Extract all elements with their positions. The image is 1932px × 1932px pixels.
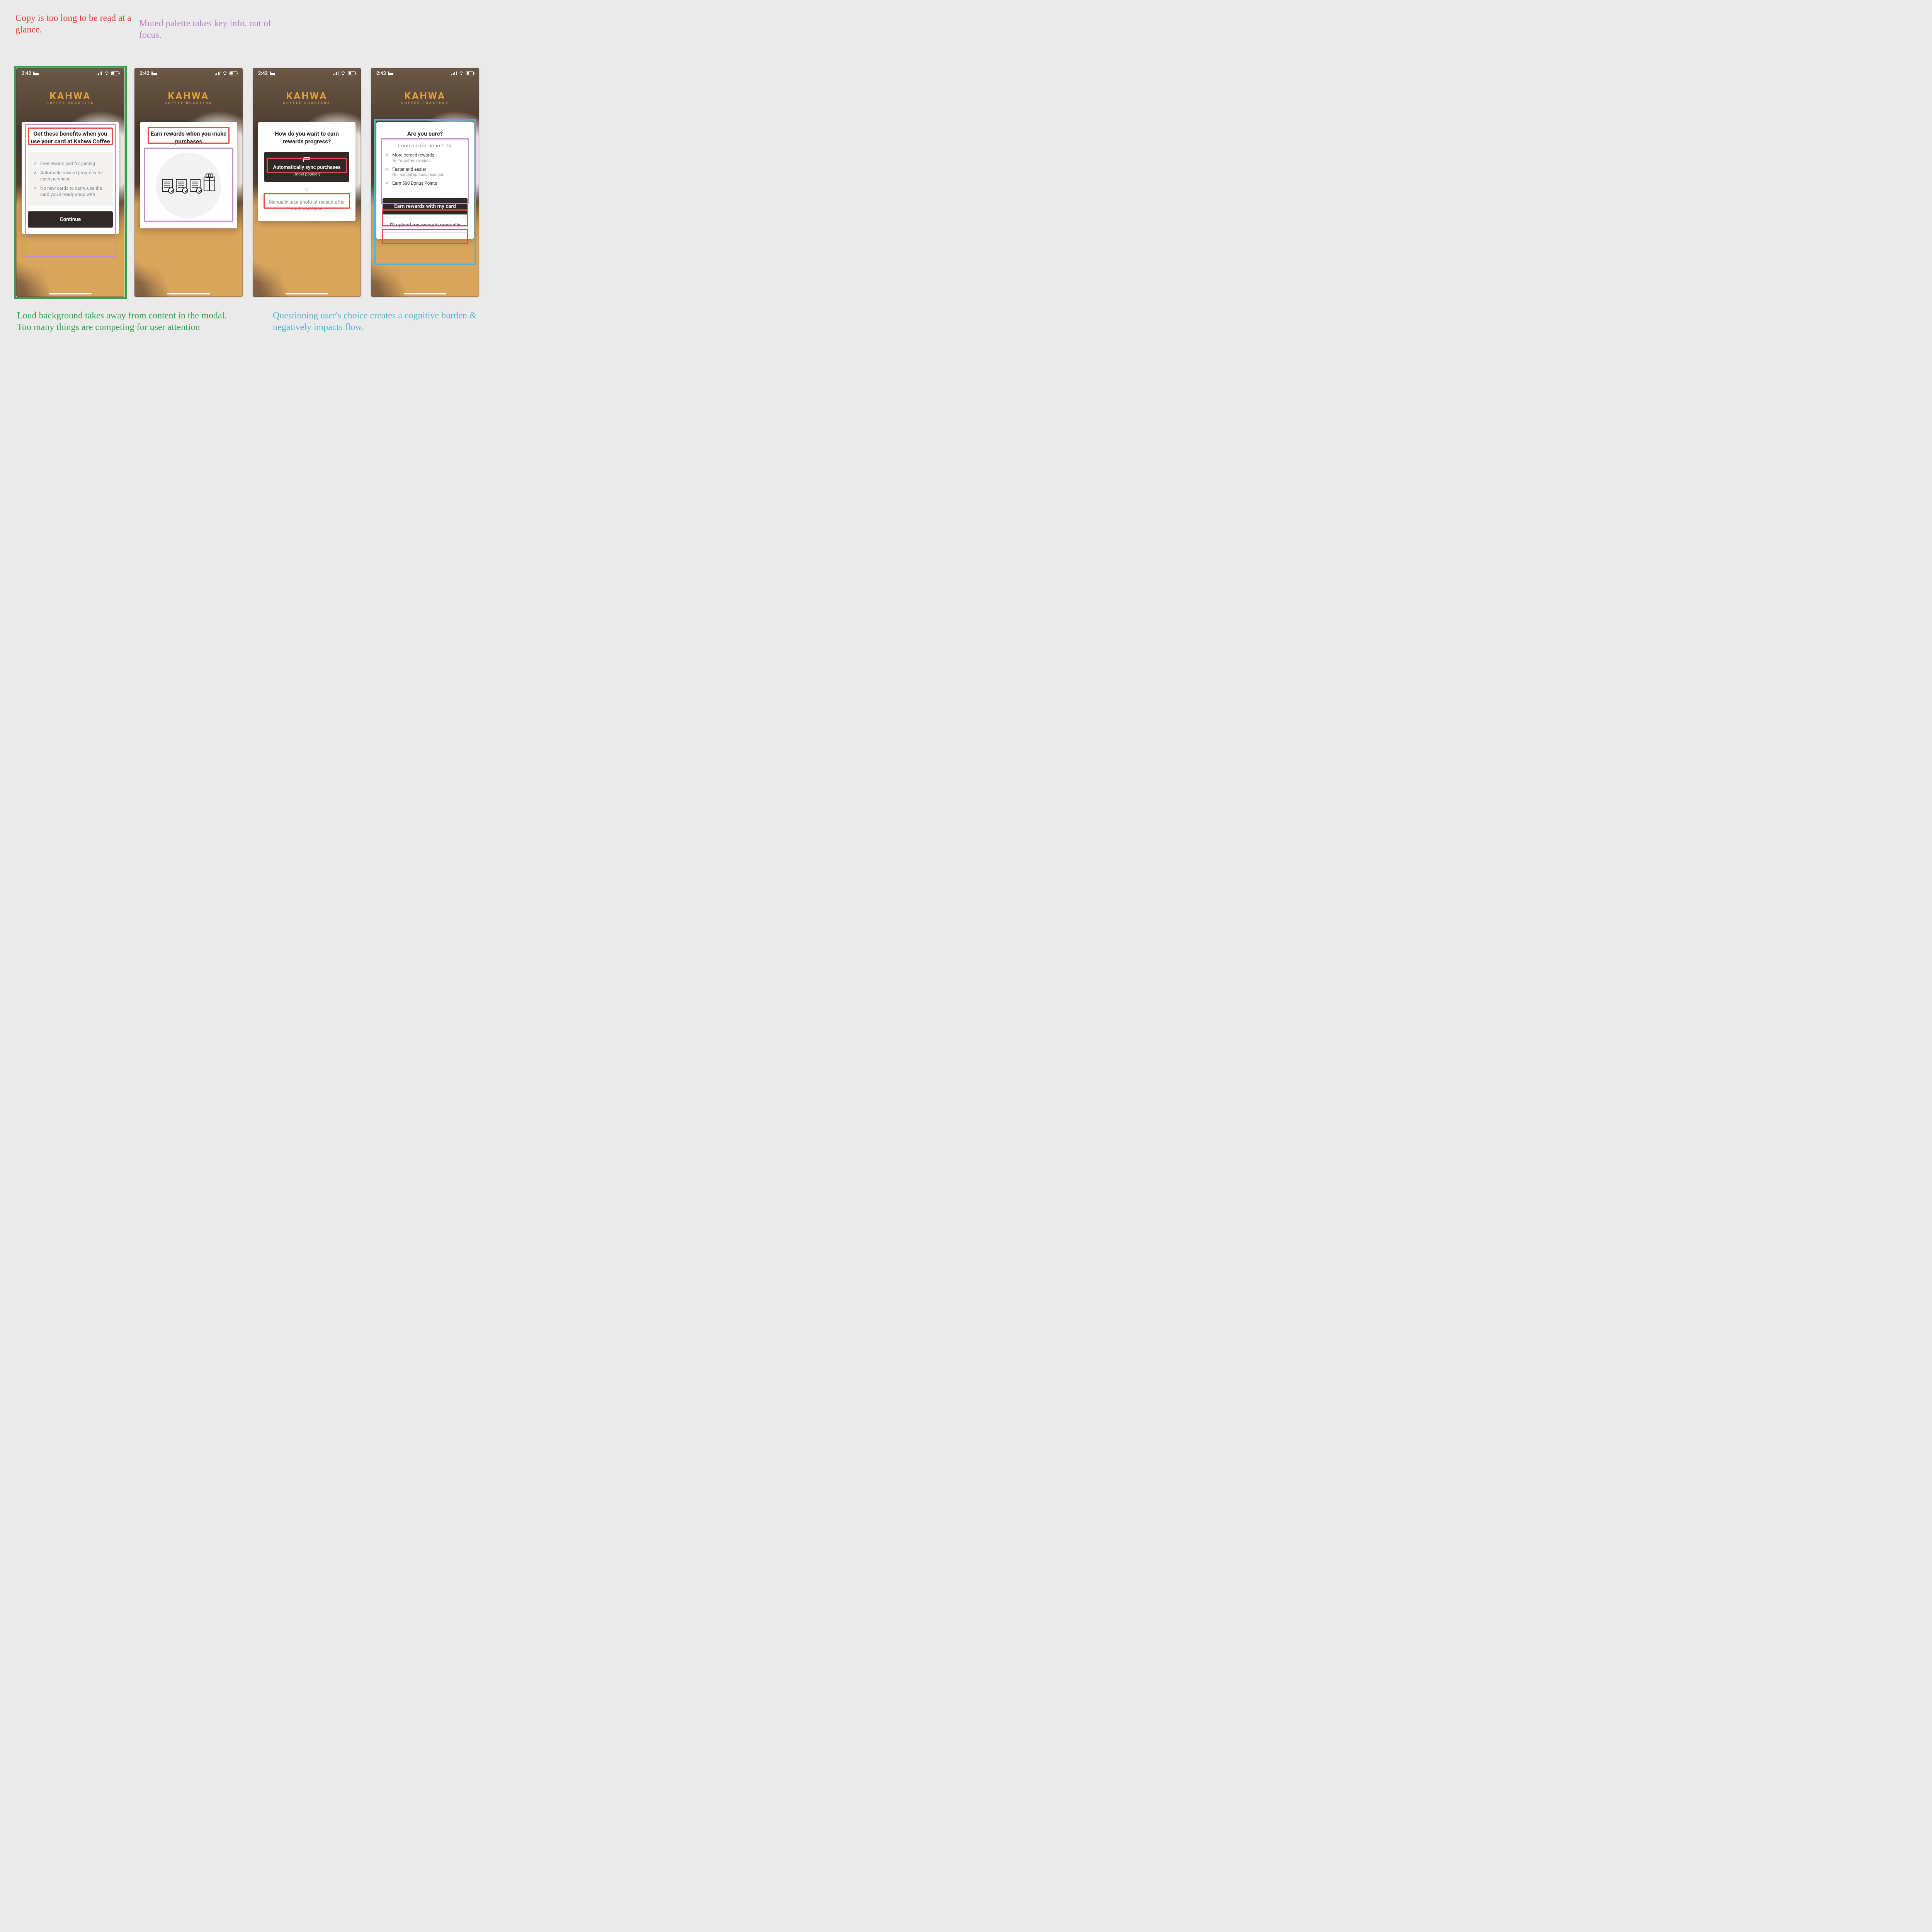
check-icon: ✓ [33, 170, 37, 182]
linked-benefit-row: ✓ Faster and easierNo manual uploads req… [386, 167, 464, 177]
do-not-disturb-icon [388, 71, 393, 75]
signal-icon [451, 71, 457, 75]
phones-row: 2:42 KAHWA COFFEE ROASTERS Get these ben… [16, 68, 479, 297]
brand-name: KAHWA [134, 90, 243, 102]
battery-icon [111, 71, 119, 75]
phone-wrap-4: 2:43 KAHWA COFFEE ROASTERS Are you sure? [371, 68, 479, 297]
phone-screen-1: 2:42 KAHWA COFFEE ROASTERS Get these ben… [16, 68, 124, 297]
home-indicator[interactable] [404, 293, 446, 294]
check-icon: ✓ [33, 160, 37, 167]
auto-sync-title: Automatically sync purchases [267, 165, 346, 170]
phone-wrap-3: 2:42 KAHWA COFFEE ROASTERS How do you wa… [253, 68, 361, 297]
modal-card-4: Are you sure? LINKED CARD BENEFITS ✓ Mor… [376, 122, 474, 239]
status-time: 2:42 [140, 71, 150, 77]
phone-screen-2: 2:42 KAHWA COFFEE ROASTERS Earn rewards … [134, 68, 243, 297]
card-title: How do you want to earn rewards progress… [264, 130, 349, 146]
status-time: 2:42 [258, 71, 268, 77]
modal-card-3: How do you want to earn rewards progress… [258, 122, 355, 221]
card-icon [303, 157, 310, 162]
status-time: 2:43 [376, 71, 386, 77]
signal-icon [215, 71, 221, 75]
benefits-box: ✓Free reward just for joining ✓Automatic… [28, 152, 113, 206]
gift-icon [204, 180, 215, 191]
benefit-sub: No manual uploads required [392, 172, 443, 177]
signal-icon [97, 71, 102, 75]
phone-wrap-2: 2:42 KAHWA COFFEE ROASTERS Earn rewards … [134, 68, 243, 297]
brand-subtitle: COFFEE ROASTERS [253, 101, 361, 105]
annotation-green: Loud background takes away from content … [17, 310, 241, 333]
benefit-main: More earned rewards [392, 152, 434, 158]
phone-screen-4: 2:43 KAHWA COFFEE ROASTERS Are you sure? [371, 68, 479, 297]
brand-logo: KAHWA COFFEE ROASTERS [253, 90, 361, 105]
phone-wrap-1: 2:42 KAHWA COFFEE ROASTERS Get these ben… [16, 68, 124, 297]
home-indicator[interactable] [49, 293, 92, 294]
illustration-circle [156, 153, 221, 218]
status-bar: 2:42 [134, 68, 243, 79]
brand-subtitle: COFFEE ROASTERS [16, 101, 124, 105]
wifi-icon [104, 71, 109, 75]
benefit-row: ✓No new cards to carry, use the card you… [33, 185, 107, 197]
receipt-icon [162, 179, 173, 192]
card-title: Are you sure? [383, 130, 468, 138]
wifi-icon [222, 71, 228, 75]
check-icon: ✓ [386, 152, 389, 163]
receipt-icon [176, 179, 187, 192]
status-time: 2:42 [22, 71, 31, 77]
brand-name: KAHWA [16, 90, 124, 102]
card-title: Get these benefits when you use your car… [28, 130, 113, 146]
check-icon: ✓ [33, 185, 37, 197]
brand-logo: KAHWA COFFEE ROASTERS [134, 90, 243, 105]
benefit-row: ✓Free reward just for joining [33, 160, 107, 167]
brand-name: KAHWA [371, 90, 479, 102]
wifi-icon [340, 71, 346, 75]
status-bar: 2:43 [371, 68, 479, 79]
brand-logo: KAHWA COFFEE ROASTERS [371, 90, 479, 105]
benefit-text: No new cards to carry, use the card you … [40, 185, 107, 197]
signal-icon [333, 71, 339, 75]
or-separator: or [264, 187, 349, 192]
brand-logo: KAHWA COFFEE ROASTERS [16, 90, 124, 105]
linked-benefits-box: LINKED CARD BENEFITS ✓ More earned rewar… [383, 140, 468, 191]
card-title: Earn rewards when you make purchases [146, 130, 231, 146]
battery-icon [348, 71, 355, 75]
brand-subtitle: COFFEE ROASTERS [134, 101, 243, 105]
auto-sync-option[interactable]: Automatically sync purchases (most popul… [264, 152, 349, 182]
modal-card-2: Earn rewards when you make purchases [140, 122, 237, 228]
manual-receipt-option[interactable]: Manually take photo of receipt after eac… [264, 197, 349, 215]
benefit-text: Free reward just for joining [40, 160, 95, 167]
home-indicator[interactable] [286, 293, 328, 294]
linked-benefit-row: ✓ Earn 500 Bonus Points [386, 180, 464, 186]
annotation-red: Copy is too long to be read at a glance. [15, 12, 131, 36]
upload-manually-button[interactable]: I'll upload my receipts manually [383, 218, 468, 233]
battery-icon [466, 71, 474, 75]
benefit-main: Earn 500 Bonus Points [392, 180, 437, 186]
modal-card-1: Get these benefits when you use your car… [22, 122, 119, 234]
auto-sync-subtitle: (most popular) [267, 172, 346, 177]
do-not-disturb-icon [33, 71, 39, 75]
brand-name: KAHWA [253, 90, 361, 102]
phone-screen-3: 2:42 KAHWA COFFEE ROASTERS How do you wa… [253, 68, 361, 297]
do-not-disturb-icon [151, 71, 157, 75]
do-not-disturb-icon [270, 71, 275, 75]
linked-benefits-title: LINKED CARD BENEFITS [386, 145, 464, 148]
annotation-blue: Questioning user's choice creates a cogn… [273, 310, 478, 333]
benefit-text: Automatic reward progress for each purch… [40, 170, 107, 182]
benefit-row: ✓Automatic reward progress for each purc… [33, 170, 107, 182]
benefit-main: Faster and easier [392, 167, 443, 172]
benefit-sub: No forgotten receipts [392, 158, 434, 163]
battery-icon [230, 71, 237, 75]
continue-button[interactable]: Continue [28, 211, 113, 228]
status-bar: 2:42 [16, 68, 124, 79]
receipt-icon [190, 179, 201, 192]
check-icon: ✓ [386, 180, 389, 186]
check-icon: ✓ [386, 167, 389, 177]
linked-benefit-row: ✓ More earned rewardsNo forgotten receip… [386, 152, 464, 163]
brand-subtitle: COFFEE ROASTERS [371, 101, 479, 105]
status-bar: 2:42 [253, 68, 361, 79]
earn-with-card-button[interactable]: Earn rewards with my card [383, 198, 468, 214]
annotation-purple: Muted palette takes key info. out of foc… [139, 18, 278, 41]
wifi-icon [459, 71, 464, 75]
home-indicator[interactable] [167, 293, 210, 294]
